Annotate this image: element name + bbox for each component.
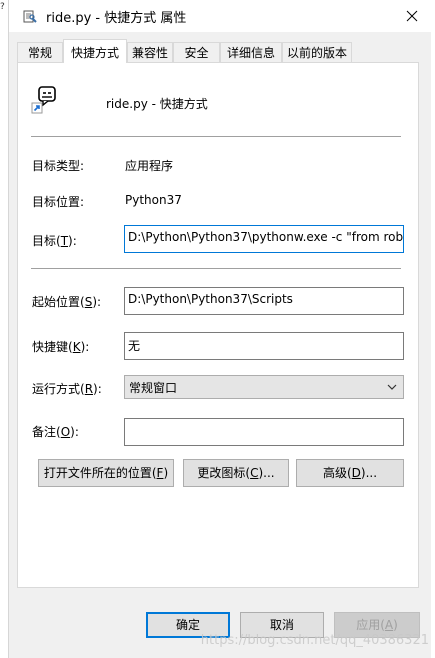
target-type-value: 应用程序 — [125, 159, 174, 173]
shortcut-panel: ride.py - 快捷方式 目标类型: 应用程序 目标位置: Python37… — [17, 62, 419, 588]
target-location-value: Python37 — [125, 193, 182, 207]
tab-previous-versions[interactable]: 以前的版本 — [282, 42, 352, 62]
tab-shortcut[interactable]: 快捷方式 — [63, 39, 127, 63]
target-type-label: 目标类型: — [32, 159, 85, 173]
chevron-down-icon — [387, 384, 397, 390]
close-button[interactable] — [397, 4, 427, 28]
background-window-edge-right — [431, 0, 435, 658]
background-window-edge — [0, 0, 9, 658]
tab-details[interactable]: 详细信息 — [220, 42, 282, 62]
run-select-value: 常规窗口 — [129, 381, 178, 395]
start-in-label: 起始位置(S): — [32, 295, 102, 309]
target-location-label: 目标位置: — [32, 195, 85, 209]
target-label: 目标(T): — [32, 234, 77, 248]
shortcut-name: ride.py - 快捷方式 — [106, 97, 208, 111]
divider — [31, 136, 401, 137]
tab-compatibility[interactable]: 兼容性 — [127, 42, 173, 62]
background-window-text: ? — [0, 2, 5, 12]
watermark-text: https://blog.csdn.net/qq_40386321 — [200, 633, 429, 648]
comment-field[interactable] — [124, 418, 404, 446]
advanced-button[interactable]: 高级(D)... — [296, 459, 404, 487]
shortcut-app-icon — [31, 85, 59, 115]
start-in-field[interactable]: D:\Python\Python37\Scripts — [124, 287, 404, 315]
change-icon-button[interactable]: 更改图标(C)... — [183, 459, 289, 487]
properties-icon — [23, 9, 37, 23]
run-label: 运行方式(R): — [32, 382, 102, 396]
title-bar[interactable]: ride.py - 快捷方式 属性 — [9, 0, 435, 32]
target-field[interactable]: D:\Python\Python37\pythonw.exe -c "from … — [124, 225, 404, 253]
close-icon — [406, 10, 418, 22]
hotkey-field[interactable]: 无 — [124, 332, 404, 360]
run-select[interactable]: 常规窗口 — [124, 375, 404, 399]
window-title: ride.py - 快捷方式 属性 — [46, 11, 187, 26]
hotkey-label: 快捷键(K): — [32, 340, 90, 354]
tab-general[interactable]: 常规 — [17, 42, 63, 62]
open-file-location-button[interactable]: 打开文件所在的位置(F) — [38, 459, 174, 487]
comment-label: 备注(O): — [32, 425, 79, 439]
divider — [31, 268, 401, 269]
tab-security[interactable]: 安全 — [173, 42, 220, 62]
